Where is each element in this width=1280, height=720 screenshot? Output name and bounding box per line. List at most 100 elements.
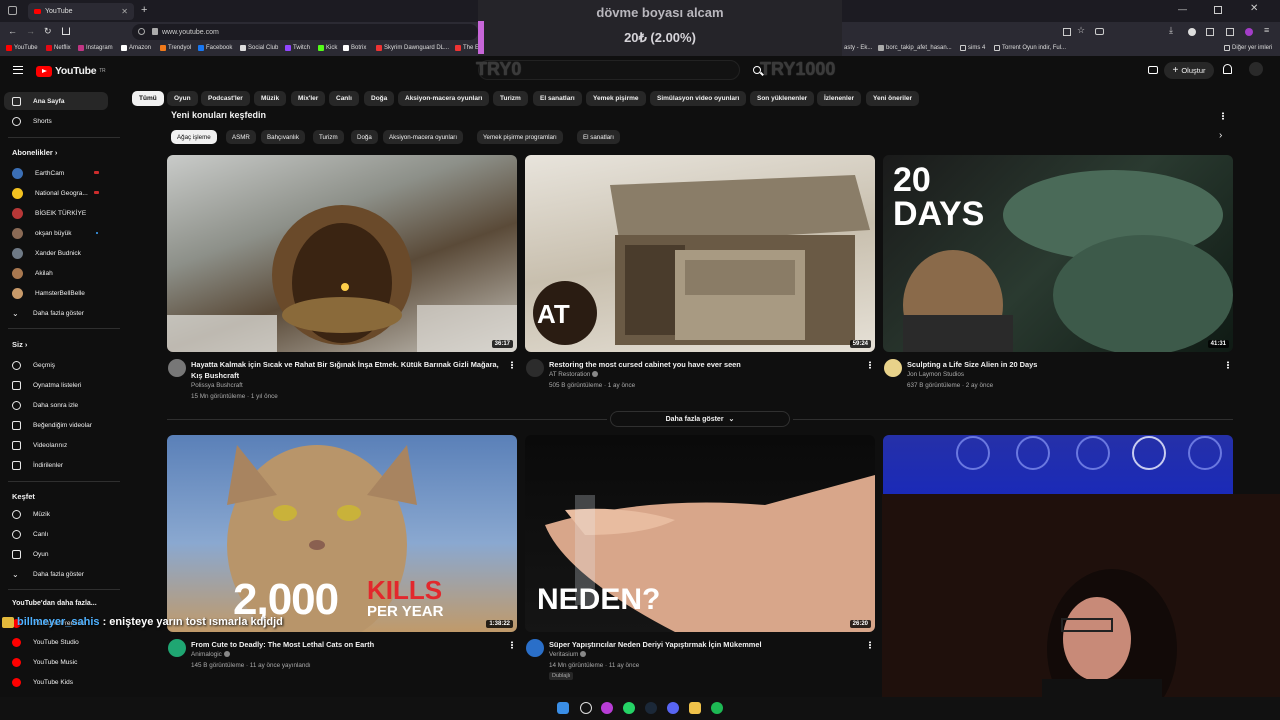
bookmark-skyrim[interactable]: Skyrim Dawnguard DL... <box>376 45 449 51</box>
video-menu-icon[interactable] <box>869 641 871 649</box>
chip[interactable]: Yemek pişirme <box>586 91 646 106</box>
hamburger-menu-icon[interactable] <box>13 66 23 74</box>
back-icon[interactable]: ← <box>8 26 17 36</box>
channel-name[interactable]: Polissya Bushcraft <box>191 382 243 389</box>
chip[interactable]: Mix'ler <box>291 91 326 106</box>
chip[interactable]: Simülasyon video oyunları <box>650 91 747 106</box>
close-tab-icon[interactable]: ✕ <box>121 7 128 16</box>
sidebar-item-youtube-studio[interactable]: YouTube Studio <box>4 633 108 651</box>
start-menu-icon[interactable] <box>557 702 569 714</box>
video-thumbnail[interactable]: 36:17 <box>167 155 517 352</box>
chip[interactable]: Podcast'ler <box>201 91 250 106</box>
channel-name[interactable]: Veritasium <box>549 651 587 658</box>
spotify-icon[interactable] <box>711 702 723 714</box>
site-info-icon[interactable] <box>138 28 145 35</box>
sidebar-item-shorts[interactable]: Shorts <box>4 112 108 130</box>
sidebar-item-subscription[interactable]: HamsterBellBelle <box>4 284 108 302</box>
forward-icon[interactable]: → <box>26 26 35 36</box>
topic-chip[interactable]: Turizm <box>313 130 344 144</box>
browser-tab[interactable]: YouTube ✕ <box>28 3 134 20</box>
sidebar-item-history[interactable]: Geçmiş <box>4 356 108 374</box>
bookmark-amazon[interactable]: Amazon <box>121 45 151 51</box>
video-thumbnail[interactable] <box>883 435 1233 495</box>
sidebar-item-watch-later[interactable]: Daha sonra izle <box>4 396 108 414</box>
sidebar-item-subscription[interactable]: okşan büyük <box>4 224 108 242</box>
channel-avatar[interactable] <box>526 639 544 657</box>
bookmark-sims4[interactable]: sims 4 <box>960 45 985 51</box>
topic-chip[interactable]: Bahçıvanlık <box>261 130 305 144</box>
create-button[interactable]: + Oluştur <box>1164 62 1214 79</box>
video-title[interactable]: Restoring the most cursed cabinet you ha… <box>549 360 741 369</box>
chip[interactable]: Doğa <box>364 91 395 106</box>
sidebar-item-subscription[interactable]: National Geogra... <box>4 184 108 202</box>
minimize-icon[interactable]: — <box>1178 4 1187 14</box>
bookmark-asty[interactable]: asty - Ek... <box>844 45 872 51</box>
whatsapp-icon[interactable] <box>623 702 635 714</box>
extensions-puzzle-icon[interactable] <box>1206 28 1214 36</box>
discord-icon[interactable] <box>667 702 679 714</box>
topic-chip[interactable]: El sanatları <box>577 130 620 144</box>
file-explorer-icon[interactable] <box>689 702 701 714</box>
subscriptions-header[interactable]: Abonelikler › <box>12 148 57 157</box>
notifications-bell-icon[interactable] <box>1223 64 1232 74</box>
topic-chip[interactable]: Aksiyon-macera oyunları <box>383 130 464 144</box>
home-browser-icon[interactable] <box>62 27 70 35</box>
chevron-right-icon[interactable]: › <box>1219 130 1222 141</box>
steam-icon[interactable] <box>645 702 657 714</box>
sidebar-item-playlists[interactable]: Oynatma listeleri <box>4 376 108 394</box>
topic-chip[interactable]: Doğa <box>351 130 378 144</box>
sidebar-item-liked-videos[interactable]: Beğendiğim videolar <box>4 416 108 434</box>
sidebar-item-music[interactable]: Müzik <box>4 505 108 523</box>
sidebar-item-youtube-music[interactable]: YouTube Music <box>4 653 108 671</box>
chip[interactable]: El sanatları <box>533 91 582 106</box>
chip[interactable]: Turizm <box>493 91 528 106</box>
youtube-logo[interactable]: YouTube TR <box>36 65 106 77</box>
sidebar-item-subscription[interactable]: EarthCam <box>4 164 108 182</box>
channel-name[interactable]: Jon Laymon Studios <box>907 371 964 378</box>
video-title[interactable]: Hayatta Kalmak için Sıcak ve Rahat Bir S… <box>191 360 505 369</box>
new-tab-icon[interactable]: + <box>141 4 147 16</box>
account-icon[interactable] <box>1188 28 1196 36</box>
chip-all[interactable]: Tümü <box>132 91 164 106</box>
taskbar-search-icon[interactable] <box>580 702 592 714</box>
sidebar-show-more-explore[interactable]: ⌄ Daha fazla göster <box>4 565 108 583</box>
bookmark-the-e[interactable]: The E <box>455 45 479 51</box>
video-title[interactable]: Sculpting a Life Size Alien in 20 Days <box>907 360 1037 369</box>
sidebar-toggle-icon[interactable] <box>1226 28 1234 36</box>
sidebar-item-subscription[interactable]: Akilah <box>4 264 108 282</box>
topic-chip[interactable]: Yemek pişirme programları <box>477 130 563 144</box>
sidebar-show-more-subscriptions[interactable]: ⌄ Daha fazla göster <box>4 304 108 322</box>
section-menu-icon[interactable] <box>1222 112 1224 120</box>
bookmark-borc-takip[interactable]: borc_takip_afet_hasan... <box>878 45 952 51</box>
sidebar-item-youtube-kids[interactable]: YouTube Kids <box>4 673 108 691</box>
firefox-icon[interactable] <box>601 702 613 714</box>
chip[interactable]: Yeni öneriler <box>866 91 920 106</box>
chip[interactable]: Müzik <box>254 91 287 106</box>
reload-icon[interactable]: ↻ <box>44 26 52 37</box>
video-menu-icon[interactable] <box>511 641 513 649</box>
channel-name[interactable]: AT Restoration <box>549 371 599 378</box>
video-title[interactable]: From Cute to Deadly: The Most Lethal Cat… <box>191 640 374 649</box>
bookmark-botrix[interactable]: Botrix <box>343 45 366 51</box>
profile-icon[interactable] <box>1245 28 1253 36</box>
star-icon[interactable]: ☆ <box>1077 25 1085 36</box>
bookmark-social-club[interactable]: Social Club <box>240 45 278 51</box>
channel-name[interactable]: Animalogic <box>191 651 230 658</box>
sidebar-item-live[interactable]: Canlı <box>4 525 108 543</box>
chip[interactable]: Aksiyon-macera oyunları <box>398 91 490 106</box>
video-thumbnail[interactable]: 20 DAYS 41:31 <box>883 155 1233 352</box>
bookmark-torrent[interactable]: Torrent Oyun indir, Ful... <box>994 45 1066 51</box>
channel-avatar[interactable] <box>526 359 544 377</box>
channel-avatar[interactable] <box>168 359 186 377</box>
tab-overview-icon[interactable] <box>8 6 17 15</box>
close-window-icon[interactable]: ✕ <box>1250 3 1258 14</box>
chip[interactable]: Oyun <box>167 91 198 106</box>
avatar[interactable] <box>1249 62 1263 76</box>
topic-chip[interactable]: Ağaç işleme <box>171 130 217 144</box>
bookmark-kick[interactable]: Kick <box>318 45 337 51</box>
you-header[interactable]: Siz › <box>12 340 27 349</box>
bookmark-trendyol[interactable]: Trendyol <box>160 45 191 51</box>
channel-avatar[interactable] <box>884 359 902 377</box>
cast-icon[interactable] <box>1148 66 1158 74</box>
video-title[interactable]: Süper Yapıştırıcılar Neden Deriyi Yapışt… <box>549 640 762 649</box>
